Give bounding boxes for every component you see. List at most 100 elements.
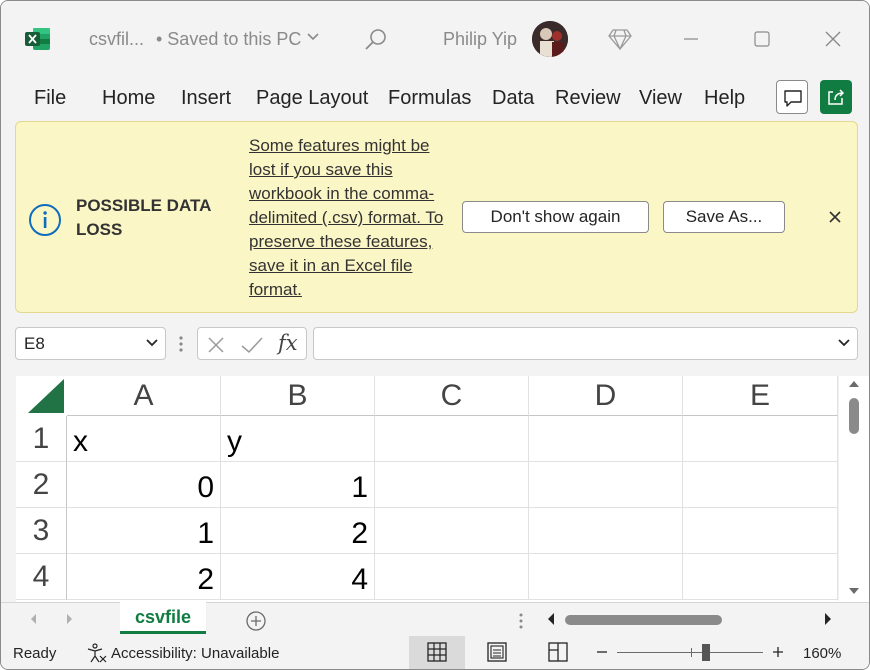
ribbon-tabs: File Home Insert Page Layout Formulas Da… <box>1 79 869 121</box>
cell-e3[interactable] <box>683 508 838 554</box>
document-title[interactable]: csvfil... <box>89 29 144 50</box>
accessibility-icon[interactable] <box>85 642 107 664</box>
row-header-4[interactable]: 4 <box>16 554 67 600</box>
select-all-corner[interactable] <box>16 376 67 416</box>
grid-view-icon <box>427 642 447 662</box>
formula-input[interactable] <box>313 327 858 360</box>
cell-d1[interactable] <box>529 416 683 462</box>
save-as-button[interactable]: Save As... <box>663 201 785 233</box>
cell-b1[interactable]: y <box>221 416 375 462</box>
cell-e4[interactable] <box>683 554 838 600</box>
zoom-slider-thumb[interactable] <box>702 644 710 661</box>
share-button[interactable] <box>820 80 852 114</box>
cell-e1[interactable] <box>683 416 838 462</box>
insert-function-icon[interactable]: fx <box>278 331 298 355</box>
cell-c3[interactable] <box>375 508 529 554</box>
more-options-icon[interactable] <box>178 334 184 354</box>
vertical-scrollbar[interactable] <box>839 376 869 602</box>
zoom-slider-track[interactable] <box>617 652 763 653</box>
cell-b3[interactable]: 2 <box>221 508 375 554</box>
next-sheet-icon[interactable] <box>64 613 74 625</box>
cell-e2[interactable] <box>683 462 838 508</box>
cell-a4[interactable]: 2 <box>67 554 221 600</box>
close-icon[interactable] <box>823 29 843 49</box>
column-header-b[interactable]: B <box>221 376 375 416</box>
message-title: POSSIBLE DATA LOSS <box>76 196 211 239</box>
comments-button[interactable] <box>776 80 808 114</box>
cell-c1[interactable] <box>375 416 529 462</box>
scroll-left-icon[interactable] <box>546 612 556 626</box>
cell-c4[interactable] <box>375 554 529 600</box>
scroll-right-icon[interactable] <box>823 612 833 626</box>
cell-c2[interactable] <box>375 462 529 508</box>
zoom-level[interactable]: 160% <box>803 645 841 662</box>
tab-home[interactable]: Home <box>102 87 155 110</box>
spreadsheet-grid: A B C D E 1 x y 2 0 1 3 1 2 4 2 4 <box>16 376 838 602</box>
tab-insert[interactable]: Insert <box>181 87 231 110</box>
column-header-e[interactable]: E <box>683 376 838 416</box>
page-break-view-icon[interactable] <box>548 642 568 662</box>
sheet-tab-active[interactable]: csvfile <box>120 602 206 634</box>
comment-icon <box>784 90 802 107</box>
cell-b4[interactable]: 4 <box>221 554 375 600</box>
user-name[interactable]: Philip Yip <box>443 29 517 50</box>
cell-b2[interactable]: 1 <box>221 462 375 508</box>
zoom-slider-center-tick <box>691 648 692 657</box>
premium-diamond-icon[interactable] <box>607 27 633 51</box>
row-header-1[interactable]: 1 <box>16 416 67 462</box>
save-status[interactable]: • Saved to this PC <box>156 29 301 50</box>
name-box-value: E8 <box>24 334 45 353</box>
tab-review[interactable]: Review <box>555 87 621 110</box>
maximize-icon[interactable] <box>752 29 772 49</box>
info-icon <box>29 204 61 236</box>
tab-formulas[interactable]: Formulas <box>388 87 471 110</box>
tab-page-layout[interactable]: Page Layout <box>256 87 368 110</box>
share-icon <box>828 89 845 105</box>
excel-window: csvfil... • Saved to this PC Philip Yip <box>0 0 870 670</box>
column-header-a[interactable]: A <box>67 376 221 416</box>
row-header-3[interactable]: 3 <box>16 508 67 554</box>
message-text-link[interactable]: Some features might be lost if you save … <box>249 134 454 302</box>
chevron-down-icon[interactable] <box>306 32 320 42</box>
cell-d2[interactable] <box>529 462 683 508</box>
horizontal-scroll-thumb[interactable] <box>565 615 722 625</box>
accessibility-status[interactable]: Accessibility: Unavailable <box>111 645 279 662</box>
tab-file[interactable]: File <box>34 87 66 110</box>
cell-d3[interactable] <box>529 508 683 554</box>
formula-tools: fx <box>197 327 307 360</box>
zoom-in-icon[interactable] <box>771 645 785 659</box>
cell-a1[interactable]: x <box>67 416 221 462</box>
page-layout-view-icon[interactable] <box>487 642 507 662</box>
avatar[interactable] <box>532 21 568 57</box>
normal-view-button[interactable] <box>409 636 465 669</box>
cell-a3[interactable]: 1 <box>67 508 221 554</box>
chevron-down-icon[interactable] <box>145 338 159 348</box>
minimize-icon[interactable] <box>681 29 701 49</box>
chevron-down-icon[interactable] <box>837 338 851 348</box>
column-header-c[interactable]: C <box>375 376 529 416</box>
scroll-down-icon[interactable] <box>848 586 860 596</box>
cell-d4[interactable] <box>529 554 683 600</box>
sheet-tabs-bar: csvfile <box>1 602 869 636</box>
tab-view[interactable]: View <box>639 87 682 110</box>
tab-help[interactable]: Help <box>704 87 745 110</box>
splitter-dots-icon[interactable] <box>518 612 524 630</box>
previous-sheet-icon[interactable] <box>29 613 39 625</box>
zoom-out-icon[interactable] <box>595 645 609 659</box>
name-box[interactable]: E8 <box>15 327 166 360</box>
add-sheet-icon[interactable] <box>245 610 267 632</box>
row-header-2[interactable]: 2 <box>16 462 67 508</box>
cell-a2[interactable]: 0 <box>67 462 221 508</box>
vertical-scroll-thumb[interactable] <box>849 398 859 434</box>
column-header-d[interactable]: D <box>529 376 683 416</box>
excel-logo-icon[interactable] <box>25 27 51 51</box>
status-bar: Ready Accessibility: Unavailable 160% <box>1 636 869 669</box>
scroll-up-icon[interactable] <box>848 379 860 389</box>
dont-show-again-button[interactable]: Don't show again <box>462 201 649 233</box>
tab-data[interactable]: Data <box>492 87 534 110</box>
search-icon[interactable] <box>363 27 389 53</box>
status-ready: Ready <box>13 645 57 662</box>
enter-check-icon[interactable] <box>240 335 264 355</box>
cancel-icon[interactable] <box>206 335 226 355</box>
close-icon[interactable] <box>827 209 843 225</box>
